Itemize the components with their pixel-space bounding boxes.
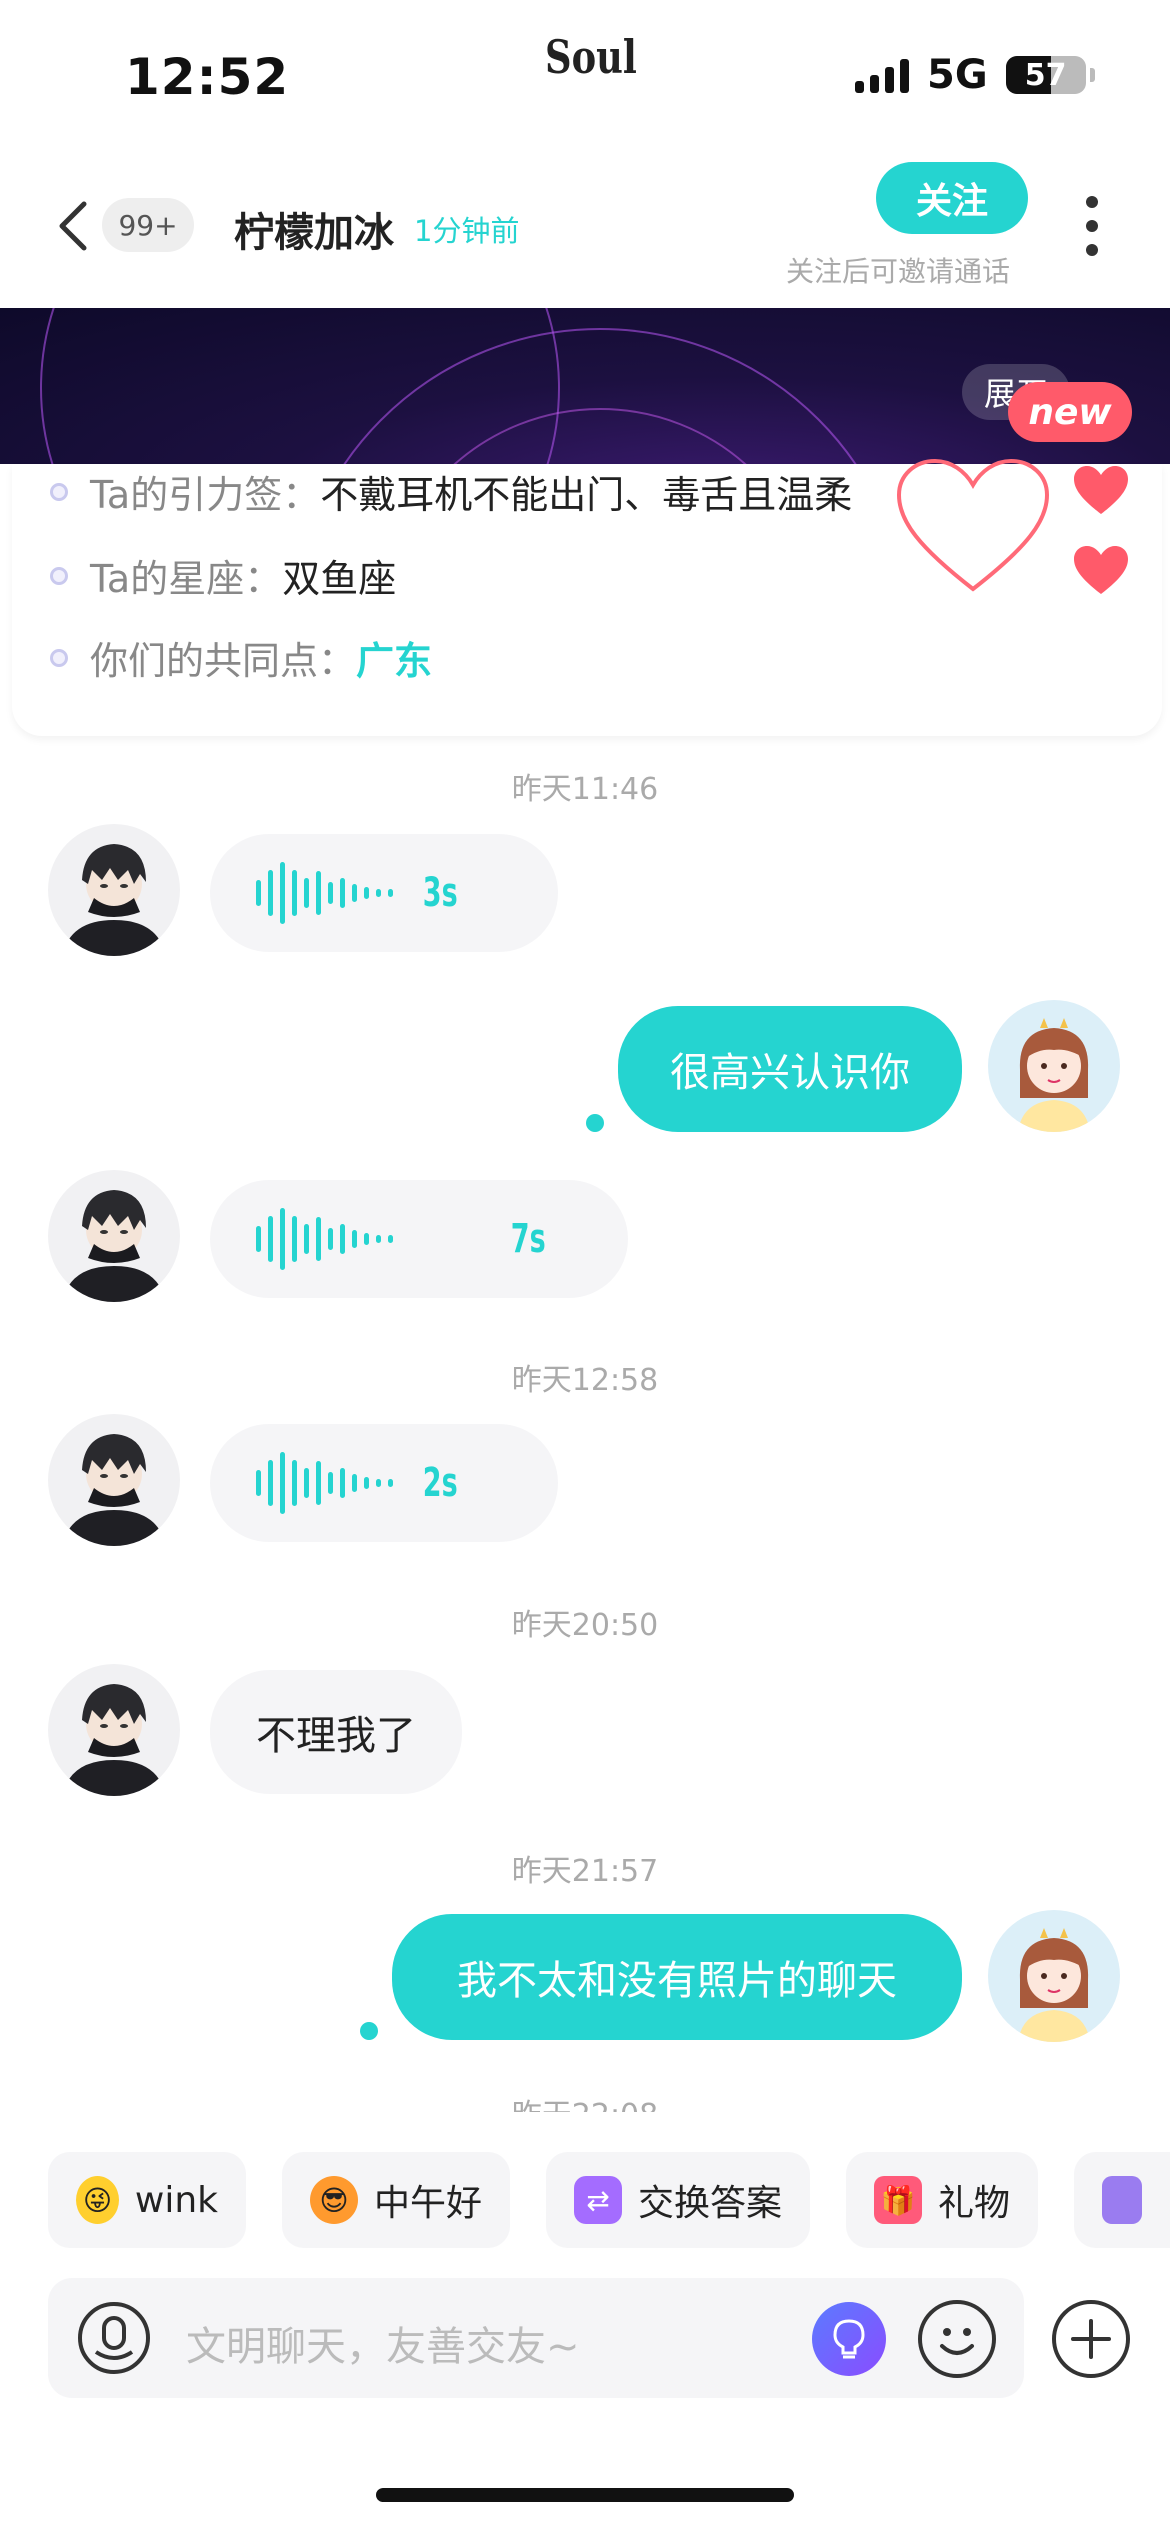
row-label: Ta的引力签： xyxy=(90,473,321,517)
quick-reply-more[interactable] xyxy=(1074,2152,1170,2248)
common-points-row: 你们的共同点： 广东 xyxy=(50,630,432,685)
contact-avatar[interactable] xyxy=(48,824,180,956)
my-avatar[interactable] xyxy=(988,1000,1120,1132)
emoji-icon[interactable] xyxy=(918,2300,996,2378)
row-label: Ta的星座： xyxy=(90,557,283,601)
chip-label: 中午好 xyxy=(374,2183,483,2224)
like-heart-icon[interactable] xyxy=(1072,544,1130,596)
chip-label: 交换答案 xyxy=(638,2183,783,2224)
sunglasses-sun-icon: 😎 xyxy=(310,2176,358,2224)
timestamp: 昨天12:58 xyxy=(511,1363,659,1398)
row-value: 双鱼座 xyxy=(282,557,397,601)
message-input[interactable]: 文明聊天，友善交友~ xyxy=(186,2314,580,2372)
network-type: 5G xyxy=(927,52,988,98)
signal-icon xyxy=(855,57,909,93)
voice-message[interactable]: 2s xyxy=(210,1424,558,1542)
status-indicators: 5G 57 xyxy=(855,52,1095,98)
plus-icon[interactable] xyxy=(1052,2300,1130,2378)
voice-duration: 3s xyxy=(422,870,458,916)
more-options-icon[interactable] xyxy=(1082,196,1102,256)
group-icon xyxy=(1102,2176,1142,2224)
timestamp: 昨天21:57 xyxy=(511,1854,659,1889)
unread-count-badge[interactable]: 99+ xyxy=(102,198,194,252)
sent-message[interactable]: 很高兴认识你 xyxy=(618,1006,962,1132)
app-logo: Soul xyxy=(545,30,637,84)
chip-label: wink xyxy=(134,2179,218,2221)
voice-wave-icon xyxy=(256,858,393,928)
voice-wave-icon xyxy=(256,1448,393,1518)
back-arrow-icon[interactable] xyxy=(54,198,94,254)
quick-reply-exchange[interactable]: ⇄ 交换答案 xyxy=(546,2152,810,2248)
voice-message[interactable]: 7s xyxy=(210,1180,628,1298)
timestamp: 昨天22:08 xyxy=(0,2090,1170,2112)
contact-name[interactable]: 柠檬加冰 xyxy=(234,200,394,258)
like-heart-icon[interactable] xyxy=(1072,464,1130,516)
battery-icon: 57 xyxy=(1005,56,1086,94)
timestamp: 昨天20:50 xyxy=(511,1608,659,1643)
read-indicator xyxy=(360,2022,378,2040)
profile-banner[interactable]: 展开 xyxy=(0,308,1170,464)
voice-duration: 7s xyxy=(510,1216,546,1262)
ai-assistant-icon[interactable] xyxy=(812,2302,886,2376)
last-seen: 1分钟前 xyxy=(414,214,520,248)
wink-emoji-icon: 😜 xyxy=(76,2176,119,2224)
contact-avatar[interactable] xyxy=(48,1170,180,1302)
contact-avatar[interactable] xyxy=(48,1664,180,1796)
sent-message[interactable]: 我不太和没有照片的聊天 xyxy=(392,1914,962,2040)
chip-label: 礼物 xyxy=(938,2183,1011,2224)
battery-level: 57 xyxy=(1024,57,1067,93)
zodiac-row: Ta的星座： 双鱼座 xyxy=(50,548,396,603)
voice-duration: 2s xyxy=(422,1460,458,1506)
read-indicator xyxy=(586,1114,604,1132)
attraction-tags-row: Ta的引力签： 不戴耳机不能出门、毒舌且温柔 xyxy=(50,464,852,519)
new-badge: new xyxy=(1008,382,1132,442)
received-message[interactable]: 不理我了 xyxy=(210,1670,462,1794)
my-avatar[interactable] xyxy=(988,1910,1120,2042)
status-time: 12:52 xyxy=(125,48,290,106)
voice-wave-icon xyxy=(256,1204,393,1274)
heart-outline-icon xyxy=(896,458,1050,592)
quick-reply-greeting[interactable]: 😎 中午好 xyxy=(282,2152,510,2248)
exchange-icon: ⇄ xyxy=(574,2176,622,2224)
follow-button[interactable]: 关注 xyxy=(876,162,1028,234)
row-value: 不戴耳机不能出门、毒舌且温柔 xyxy=(320,473,853,517)
quick-reply-gift[interactable]: 🎁 礼物 xyxy=(846,2152,1038,2248)
follow-hint: 关注后可邀请通话 xyxy=(786,255,1011,288)
row-label: 你们的共同点： xyxy=(90,639,357,683)
voice-input-icon[interactable] xyxy=(78,2302,150,2374)
row-value: 广东 xyxy=(356,639,433,683)
gift-icon: 🎁 xyxy=(874,2176,922,2224)
quick-reply-wink[interactable]: 😜 wink xyxy=(48,2152,246,2248)
home-indicator[interactable] xyxy=(376,2488,794,2502)
timestamp: 昨天11:46 xyxy=(511,772,659,807)
voice-message[interactable]: 3s xyxy=(210,834,558,952)
contact-avatar[interactable] xyxy=(48,1414,180,1546)
